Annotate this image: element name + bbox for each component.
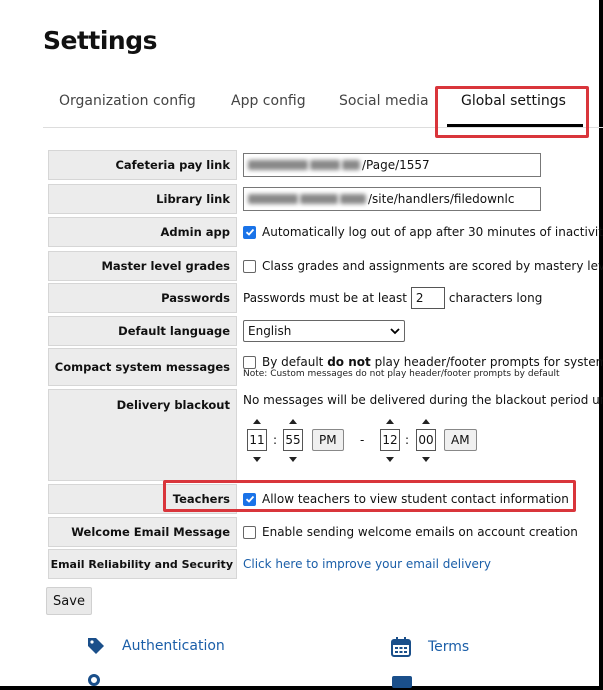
improve-email-delivery-link[interactable]: Click here to improve your email deliver… <box>243 557 491 571</box>
master-level-grades-checkbox[interactable] <box>243 259 256 273</box>
compact-text-after: play header/footer prompts for system <box>374 355 603 369</box>
chevron-down-icon <box>390 328 400 335</box>
start-hour-input[interactable]: 11 <box>247 429 267 451</box>
row-delivery-blackout: Delivery blackout No messages will be de… <box>48 389 603 481</box>
library-link-label: Library link <box>48 184 237 214</box>
end-hour-up-icon[interactable] <box>386 419 394 424</box>
cafeteria-link-text: /Page/1557 <box>362 158 430 172</box>
redacted-text <box>310 160 340 170</box>
master-level-grades-label: Master level grades <box>48 251 237 281</box>
password-length-input[interactable]: 2 <box>410 287 445 309</box>
time-range-separator: - <box>360 433 365 447</box>
admin-app-label: Admin app <box>48 217 237 247</box>
end-hour-input[interactable]: 12 <box>380 429 400 451</box>
active-tab-underline <box>447 124 583 127</box>
welcome-email-label: Welcome Email Message <box>48 517 237 547</box>
cafeteria-pay-link-input[interactable]: /Page/1557 <box>243 153 541 177</box>
cafeteria-pay-link-label: Cafeteria pay link <box>48 150 237 180</box>
default-language-value: English <box>248 324 292 338</box>
default-language-label: Default language <box>48 316 237 346</box>
time-colon: : <box>405 433 410 447</box>
tab-app-config[interactable]: App config <box>231 93 306 109</box>
save-button[interactable]: Save <box>46 587 92 615</box>
tab-social-media[interactable]: Social media <box>339 93 429 109</box>
row-cafeteria-pay-link: Cafeteria pay link /Page/1557 <box>48 150 603 180</box>
start-hour-up-icon[interactable] <box>253 419 261 424</box>
calendar-icon <box>391 637 411 657</box>
admin-app-text: Automatically log out of app after 30 mi… <box>262 225 603 239</box>
time-colon: : <box>273 433 278 447</box>
start-min-down-icon[interactable] <box>289 457 297 462</box>
row-admin-app: Admin app Automatically log out of app a… <box>48 217 603 247</box>
row-teachers: Teachers Allow teachers to view student … <box>48 484 603 514</box>
email-reliability-label: Email Reliability and Security <box>48 549 237 579</box>
end-hour-down-icon[interactable] <box>386 457 394 462</box>
redacted-text <box>248 194 298 204</box>
redacted-text <box>300 194 338 204</box>
default-language-select[interactable]: English <box>243 320 405 342</box>
compact-system-messages-checkbox[interactable] <box>243 355 256 369</box>
passwords-suffix-text: characters long <box>448 291 543 305</box>
check-icon <box>245 495 254 503</box>
row-welcome-email: Welcome Email Message Enable sending wel… <box>48 517 603 547</box>
tab-global-settings[interactable]: Global settings <box>461 93 566 109</box>
start-ampm-button[interactable]: PM <box>312 429 344 451</box>
row-default-language: Default language English <box>48 316 603 346</box>
welcome-email-checkbox[interactable] <box>243 525 256 539</box>
library-link-text: /site/handlers/filedownlc <box>368 192 515 206</box>
teachers-checkbox[interactable] <box>243 492 256 506</box>
compact-text-bold: do not <box>327 355 371 369</box>
nav-link-terms-label: Terms <box>428 639 470 655</box>
teachers-label: Teachers <box>48 484 237 514</box>
delivery-blackout-label: Delivery blackout <box>48 389 237 481</box>
nav-link-terms[interactable]: Terms <box>390 636 469 658</box>
redacted-text <box>248 160 308 170</box>
end-min-up-icon[interactable] <box>422 419 430 424</box>
page-title: Settings <box>43 26 158 55</box>
start-min-up-icon[interactable] <box>289 419 297 424</box>
redacted-text <box>342 160 360 170</box>
end-min-input[interactable]: 00 <box>416 429 436 451</box>
row-compact-system-messages: Compact system messages By default do no… <box>48 348 603 386</box>
tag-icon <box>88 638 104 654</box>
location-icon <box>88 674 100 686</box>
nav-link-authentication-label: Authentication <box>122 638 225 654</box>
passwords-label: Passwords <box>48 283 237 313</box>
row-library-link: Library link /site/handlers/filedownlc <box>48 184 603 214</box>
teachers-text: Allow teachers to view student contact i… <box>262 492 569 506</box>
admin-app-checkbox[interactable] <box>243 225 256 239</box>
library-link-input[interactable]: /site/handlers/filedownlc <box>243 187 541 211</box>
compact-note: Note: Custom messages do not play header… <box>243 369 560 379</box>
master-level-grades-text: Class grades and assignments are scored … <box>262 259 603 273</box>
passwords-prefix-text: Passwords must be at least <box>243 291 407 305</box>
frame-border <box>0 686 603 690</box>
compact-system-messages-label: Compact system messages <box>48 348 237 386</box>
nav-link-authentication[interactable]: Authentication <box>86 636 225 656</box>
tab-organization-config[interactable]: Organization config <box>59 93 196 109</box>
start-hour-down-icon[interactable] <box>253 457 261 462</box>
start-min-input[interactable]: 55 <box>283 429 303 451</box>
row-email-reliability: Email Reliability and Security Click her… <box>48 549 603 579</box>
end-min-down-icon[interactable] <box>422 457 430 462</box>
tab-bar: Organization config App config Social me… <box>43 84 603 128</box>
welcome-email-text: Enable sending welcome emails on account… <box>262 525 578 539</box>
truck-icon <box>392 676 412 688</box>
check-icon <box>245 228 254 236</box>
row-passwords: Passwords Passwords must be at least 2 c… <box>48 283 603 313</box>
redacted-text <box>340 194 366 204</box>
compact-text-before: By default <box>262 355 324 369</box>
row-master-level-grades: Master level grades Class grades and ass… <box>48 251 603 281</box>
end-ampm-button[interactable]: AM <box>444 429 477 451</box>
